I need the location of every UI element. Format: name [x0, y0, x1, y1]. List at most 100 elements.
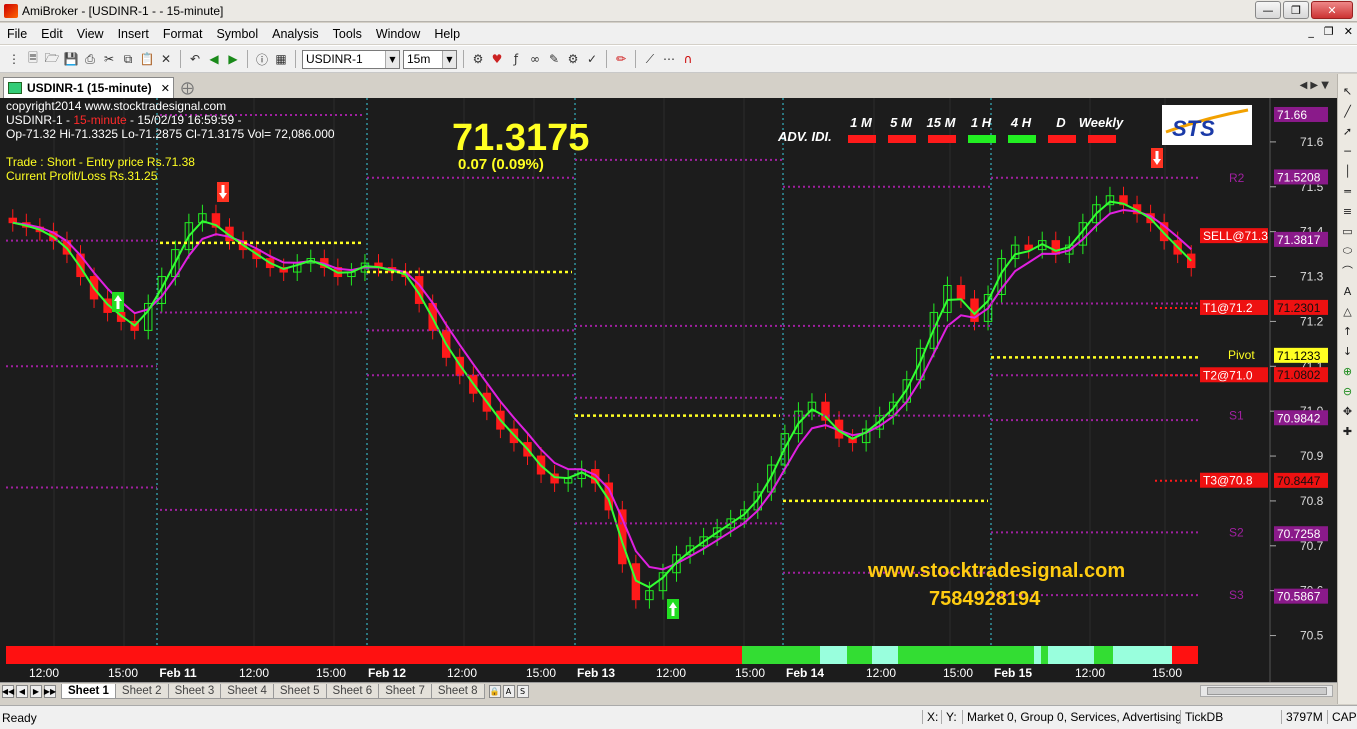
menu-window[interactable]: Window: [369, 27, 427, 41]
open-folder-icon[interactable]: 🗁: [44, 51, 60, 67]
menu-view[interactable]: View: [70, 27, 111, 41]
dotted-line-icon[interactable]: ⋯: [661, 51, 677, 67]
candle-down: [1187, 253, 1196, 269]
next-sheet-icon[interactable]: ▶: [30, 684, 42, 698]
time-tick-label: 12:00: [1075, 666, 1105, 680]
rectangle-icon[interactable]: ▭: [1341, 224, 1355, 238]
pan-icon[interactable]: ✥: [1341, 404, 1355, 418]
price-tick-label: 71.6: [1300, 135, 1324, 149]
arrow-up-icon[interactable]: ↑: [1341, 324, 1355, 338]
copy-icon[interactable]: ⧉: [120, 51, 136, 67]
cursor-icon[interactable]: ↖: [1341, 84, 1355, 98]
last-sheet-icon[interactable]: ▶▶: [44, 684, 56, 698]
tab-usdinr-chart[interactable]: USDINR-1 (15-minute) ✕: [3, 77, 174, 98]
draw-line-icon[interactable]: ⟋: [642, 51, 658, 67]
mdi-minimize-button[interactable]: _: [1308, 25, 1314, 38]
formula-icon[interactable]: ƒ: [508, 51, 524, 67]
sell-signal-arrow: [217, 182, 229, 202]
paste-icon[interactable]: 📋: [139, 51, 155, 67]
info-icon[interactable]: ⓘ: [254, 51, 270, 67]
arrow-down-icon[interactable]: ↓: [1341, 344, 1355, 358]
new-file-icon[interactable]: 🗏: [25, 51, 41, 67]
fast-average-line: [12, 200, 1192, 589]
sheet-tab-5[interactable]: Sheet 5: [272, 683, 327, 699]
scan-icon[interactable]: ⚙: [565, 51, 581, 67]
ellipse-icon[interactable]: ⬭: [1341, 244, 1355, 258]
fibonacci-icon[interactable]: ≡: [1341, 204, 1355, 218]
sheet-tab-1[interactable]: Sheet 1: [61, 683, 116, 699]
level-label-r2: R2: [1229, 171, 1245, 185]
ray-icon[interactable]: ➚: [1341, 124, 1355, 138]
save-icon[interactable]: 💾: [63, 51, 79, 67]
text-tool-icon[interactable]: A: [1341, 284, 1355, 298]
cross-icon[interactable]: ✚: [1341, 424, 1355, 438]
price-chart-pane[interactable]: R2 S1 S2 S3 Pivot SELL@71.3 T1@71.2 T2@71.0 T3@7…: [0, 98, 1337, 682]
price-level-label: 71.2301: [1277, 301, 1321, 315]
adv-indicator-label: ADV. IDI.: [777, 129, 832, 144]
close-button[interactable]: ✕: [1311, 1, 1353, 19]
mdi-restore-button[interactable]: ❐: [1324, 25, 1334, 38]
trend-ribbon-segment: [6, 646, 742, 664]
sheet-tab-4[interactable]: Sheet 4: [220, 683, 274, 699]
symbol-combo[interactable]: USDINR-1 ▼: [302, 49, 400, 69]
horizontal-scrollbar[interactable]: [1200, 685, 1333, 697]
glasses-icon[interactable]: ∞: [527, 51, 543, 67]
trend-ribbon-segment: [847, 646, 872, 664]
sheet-tab-2[interactable]: Sheet 2: [114, 683, 169, 699]
check-icon[interactable]: ✓: [584, 51, 600, 67]
scale-s-icon[interactable]: S: [516, 684, 529, 698]
sheet-tab-8[interactable]: Sheet 8: [430, 683, 485, 699]
cut-icon[interactable]: ✂: [101, 51, 117, 67]
undo-icon[interactable]: ↶: [187, 51, 203, 67]
calendar-icon[interactable]: ▦: [273, 51, 289, 67]
lock-icon[interactable]: 🔒: [488, 684, 501, 698]
settings-gear-icon[interactable]: ⚙: [470, 51, 486, 67]
pen-color-icon[interactable]: ✏: [613, 51, 629, 67]
chart-editor-icon[interactable]: ✎: [546, 51, 562, 67]
scale-a-icon[interactable]: A: [502, 684, 515, 698]
scroll-thumb[interactable]: [1207, 687, 1327, 695]
zoom-in-icon[interactable]: ⊕: [1341, 364, 1355, 378]
delete-icon[interactable]: ✕: [158, 51, 174, 67]
sheet-tab-6[interactable]: Sheet 6: [325, 683, 380, 699]
maximize-button[interactable]: ❐: [1283, 1, 1309, 19]
menu-analysis[interactable]: Analysis: [265, 27, 326, 41]
menu-insert[interactable]: Insert: [111, 27, 156, 41]
vertical-line-icon[interactable]: │: [1341, 164, 1355, 178]
menu-help[interactable]: Help: [427, 27, 467, 41]
print-icon[interactable]: ⎙: [82, 51, 98, 67]
magnet-icon[interactable]: ∩: [680, 51, 696, 67]
trendline-icon[interactable]: ╱: [1341, 104, 1355, 118]
time-tick-label: 15:00: [316, 666, 346, 680]
mdi-close-button[interactable]: ✕: [1344, 25, 1353, 38]
timeframe-signal-block: [1048, 135, 1076, 143]
triangle-icon[interactable]: △: [1341, 304, 1355, 318]
menu-symbol[interactable]: Symbol: [209, 27, 265, 41]
zoom-out-icon[interactable]: ⊖: [1341, 384, 1355, 398]
menu-format[interactable]: Format: [156, 27, 210, 41]
minimize-button[interactable]: —: [1255, 1, 1281, 19]
menu-tools[interactable]: Tools: [326, 27, 369, 41]
interval-combo[interactable]: 15m ▼: [403, 49, 457, 69]
tab-scroll-arrows-icon[interactable]: ◀ ▶ ▼: [1300, 80, 1329, 91]
menu-edit[interactable]: Edit: [34, 27, 70, 41]
sheet-tab-3[interactable]: Sheet 3: [167, 683, 222, 699]
arc-icon[interactable]: ⌒: [1341, 264, 1355, 278]
slow-average-line: [12, 208, 1192, 571]
back-icon[interactable]: ◀: [206, 51, 222, 67]
new-tab-icon[interactable]: ⨁: [181, 81, 194, 96]
horizontal-line-icon[interactable]: ─: [1341, 144, 1355, 158]
menu-file[interactable]: File: [0, 27, 34, 41]
first-sheet-icon[interactable]: ◀◀: [2, 684, 14, 698]
heart-icon[interactable]: ♥: [489, 51, 505, 67]
channel-icon[interactable]: ═: [1341, 184, 1355, 198]
forward-icon[interactable]: ▶: [225, 51, 241, 67]
status-db: TickDB: [1180, 710, 1223, 724]
status-y: Y:: [941, 710, 957, 724]
prev-sheet-icon[interactable]: ◀: [16, 684, 28, 698]
close-tab-icon[interactable]: ✕: [161, 82, 170, 95]
timeframe-signal-block: [1008, 135, 1036, 143]
price-level-label: 71.66: [1277, 108, 1307, 122]
sheet-tab-7[interactable]: Sheet 7: [378, 683, 432, 699]
candle-down: [1051, 240, 1060, 255]
